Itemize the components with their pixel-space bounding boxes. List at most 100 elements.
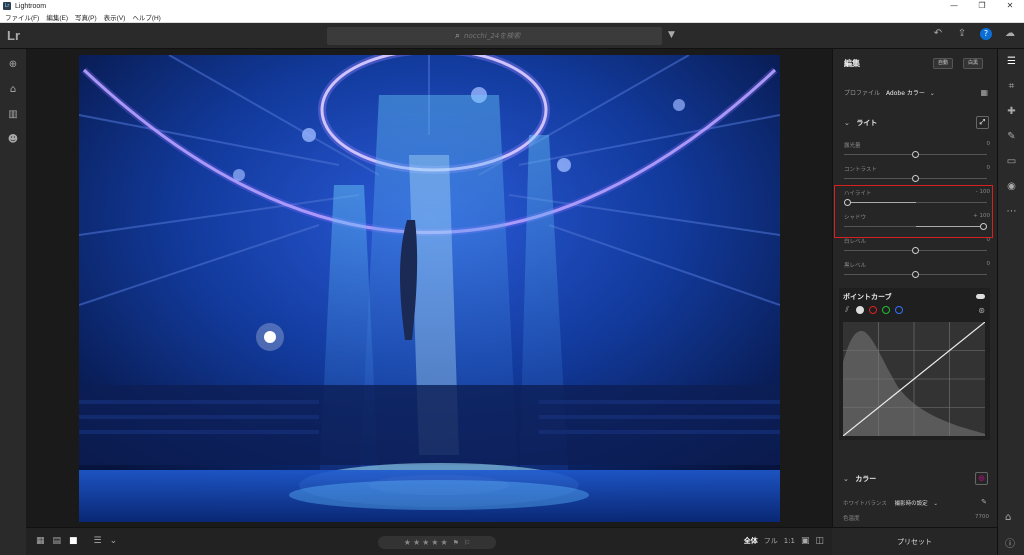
sort-icon[interactable]: ☰ xyxy=(94,536,102,546)
tag-icon[interactable]: ⌂ xyxy=(1005,512,1011,523)
chevron-down-icon[interactable]: ⌄ xyxy=(933,501,938,507)
star-icon[interactable]: ★ xyxy=(440,538,447,547)
minimize-button[interactable]: — xyxy=(940,0,968,12)
presets-bar[interactable]: プリセット xyxy=(832,527,997,555)
zoom-fill-button[interactable]: フル xyxy=(764,536,778,546)
slider-label: コントラスト xyxy=(844,167,877,173)
search-input[interactable] xyxy=(464,32,535,40)
zoom-controls: 全体 フル 1:1 ▣ ◫ xyxy=(744,536,824,546)
target-adjust-icon[interactable]: ⊛ xyxy=(978,306,985,315)
chevron-down-icon[interactable]: ⌄ xyxy=(110,536,118,546)
curve-channel-selector: ⫽ xyxy=(843,306,903,314)
zoom-1-1-button[interactable]: 1:1 xyxy=(784,537,795,545)
slider-label: 白レベル xyxy=(844,239,867,245)
photo-canvas xyxy=(26,49,832,527)
photo-image xyxy=(79,55,780,522)
crop-icon[interactable]: ⌗ xyxy=(998,74,1024,99)
star-rating[interactable]: ★ ★ ★ ★ ★ ⚑ ⚐ xyxy=(378,536,496,549)
slider-knob[interactable] xyxy=(912,175,919,182)
zoom-fit-button[interactable]: 全体 xyxy=(744,536,758,546)
menu-view[interactable]: 表示(V) xyxy=(104,12,126,22)
white-balance-select[interactable]: 撮影時の設定 xyxy=(895,501,928,507)
people-icon[interactable]: ☻ xyxy=(0,127,26,152)
undo-icon[interactable]: ↶ xyxy=(932,28,944,40)
more-icon[interactable]: ⋯ xyxy=(998,199,1024,224)
channel-rgb[interactable] xyxy=(856,306,864,314)
star-icon[interactable]: ★ xyxy=(413,538,420,547)
view-mode-icons: ▦ ▤ ■ ☰ ⌄ xyxy=(36,536,117,546)
linear-gradient-icon[interactable]: ▭ xyxy=(998,149,1024,174)
channel-red[interactable] xyxy=(869,306,877,314)
star-icon[interactable]: ★ xyxy=(422,538,429,547)
add-photos-icon[interactable]: ⊕ xyxy=(0,52,26,77)
channel-blue[interactable] xyxy=(895,306,903,314)
slider-value[interactable]: 0 xyxy=(987,165,991,171)
detail-view-icon[interactable]: ■ xyxy=(69,536,78,546)
light-section-title: ライト xyxy=(856,119,878,127)
close-button[interactable]: ✕ xyxy=(996,0,1024,12)
point-curve-section: ポイントカーブ ⫽ ⊛ xyxy=(839,288,990,440)
home-icon[interactable]: ⌂ xyxy=(0,77,26,102)
auto-button[interactable]: 自動 xyxy=(933,58,953,69)
slider-knob[interactable] xyxy=(912,271,919,278)
menu-edit[interactable]: 編集(E) xyxy=(46,12,68,22)
slider-label: 露光量 xyxy=(844,143,861,149)
star-icon[interactable]: ★ xyxy=(431,538,438,547)
before-after-icon[interactable]: ◫ xyxy=(815,536,824,546)
menu-file[interactable]: ファイル(F) xyxy=(5,12,39,22)
curve-tool-icon[interactable]: ⤢ xyxy=(976,116,989,129)
edited-photo[interactable] xyxy=(79,55,780,522)
grid-icon[interactable]: ▤ xyxy=(53,536,62,546)
curve-graph[interactable] xyxy=(843,322,985,436)
library-icon[interactable]: ▥ xyxy=(0,102,26,127)
color-section-header[interactable]: ⌄ カラー ◎ xyxy=(843,472,993,488)
slider-value[interactable]: 0 xyxy=(987,261,991,267)
radial-gradient-icon[interactable]: ◉ xyxy=(998,174,1024,199)
search-icon: ⌕ xyxy=(454,31,461,41)
chevron-down-icon: ⌄ xyxy=(843,475,849,483)
healing-icon[interactable]: ✚ xyxy=(998,99,1024,124)
slider-knob[interactable] xyxy=(912,247,919,254)
cloud-icon[interactable]: ☁ xyxy=(1004,28,1016,40)
brush-icon[interactable]: ✎ xyxy=(998,124,1024,149)
window-title: Lightroom xyxy=(15,2,47,10)
edit-sliders-icon[interactable]: ☰ xyxy=(998,49,1024,74)
app-icon: Lr xyxy=(3,2,11,10)
parametric-curve-icon[interactable]: ⫽ xyxy=(843,306,851,314)
eyedropper-icon[interactable]: ✎ xyxy=(981,498,987,506)
filter-icon[interactable]: ▼ xyxy=(668,30,675,40)
left-rail: ⊕ ⌂ ▥ ☻ xyxy=(0,49,26,555)
info-icon[interactable]: ⓘ xyxy=(1005,535,1015,550)
share-icon[interactable]: ⇪ xyxy=(956,28,968,40)
slider-value[interactable]: 7700 xyxy=(975,514,989,520)
chevron-down-icon: ⌄ xyxy=(844,119,850,127)
bw-button[interactable]: 白黒 xyxy=(963,58,983,69)
search-box[interactable]: ⌕ xyxy=(327,27,662,45)
white-balance-row: ホワイトバランス 撮影時の設定 ⌄ ✎ xyxy=(843,498,993,507)
light-section-header[interactable]: ⌄ ライト ⤢ xyxy=(844,116,994,132)
whites-slider[interactable]: 白レベル 0 xyxy=(844,237,992,257)
contrast-slider[interactable]: コントラスト 0 xyxy=(844,165,992,185)
blacks-slider[interactable]: 黒レベル 0 xyxy=(844,261,992,281)
profile-label: プロファイル xyxy=(844,90,881,97)
slider-knob[interactable] xyxy=(912,151,919,158)
slider-value[interactable]: 0 xyxy=(987,141,991,147)
channel-green[interactable] xyxy=(882,306,890,314)
white-balance-label: ホワイトバランス xyxy=(843,501,887,507)
point-curve-toggle[interactable] xyxy=(976,294,985,299)
help-icon[interactable]: ? xyxy=(980,28,992,40)
menu-help[interactable]: ヘルプ(H) xyxy=(132,12,161,22)
menu-photo[interactable]: 写真(P) xyxy=(75,12,97,22)
profile-browser-icon[interactable]: ▦ xyxy=(980,88,988,97)
star-icon[interactable]: ★ xyxy=(404,538,411,547)
maximize-button[interactable]: ❐ xyxy=(968,0,996,12)
presets-button[interactable]: プリセット xyxy=(832,537,997,547)
compare-icon[interactable]: ▣ xyxy=(801,536,810,546)
flag-reject-icon[interactable]: ⚐ xyxy=(464,539,470,547)
chevron-down-icon[interactable]: ⌄ xyxy=(930,90,935,97)
color-mixer-icon[interactable]: ◎ xyxy=(975,472,988,485)
profile-select[interactable]: Adobe カラー xyxy=(886,90,925,97)
exposure-slider[interactable]: 露光量 0 xyxy=(844,141,992,161)
square-grid-icon[interactable]: ▦ xyxy=(36,536,45,546)
flag-pick-icon[interactable]: ⚑ xyxy=(453,539,459,547)
